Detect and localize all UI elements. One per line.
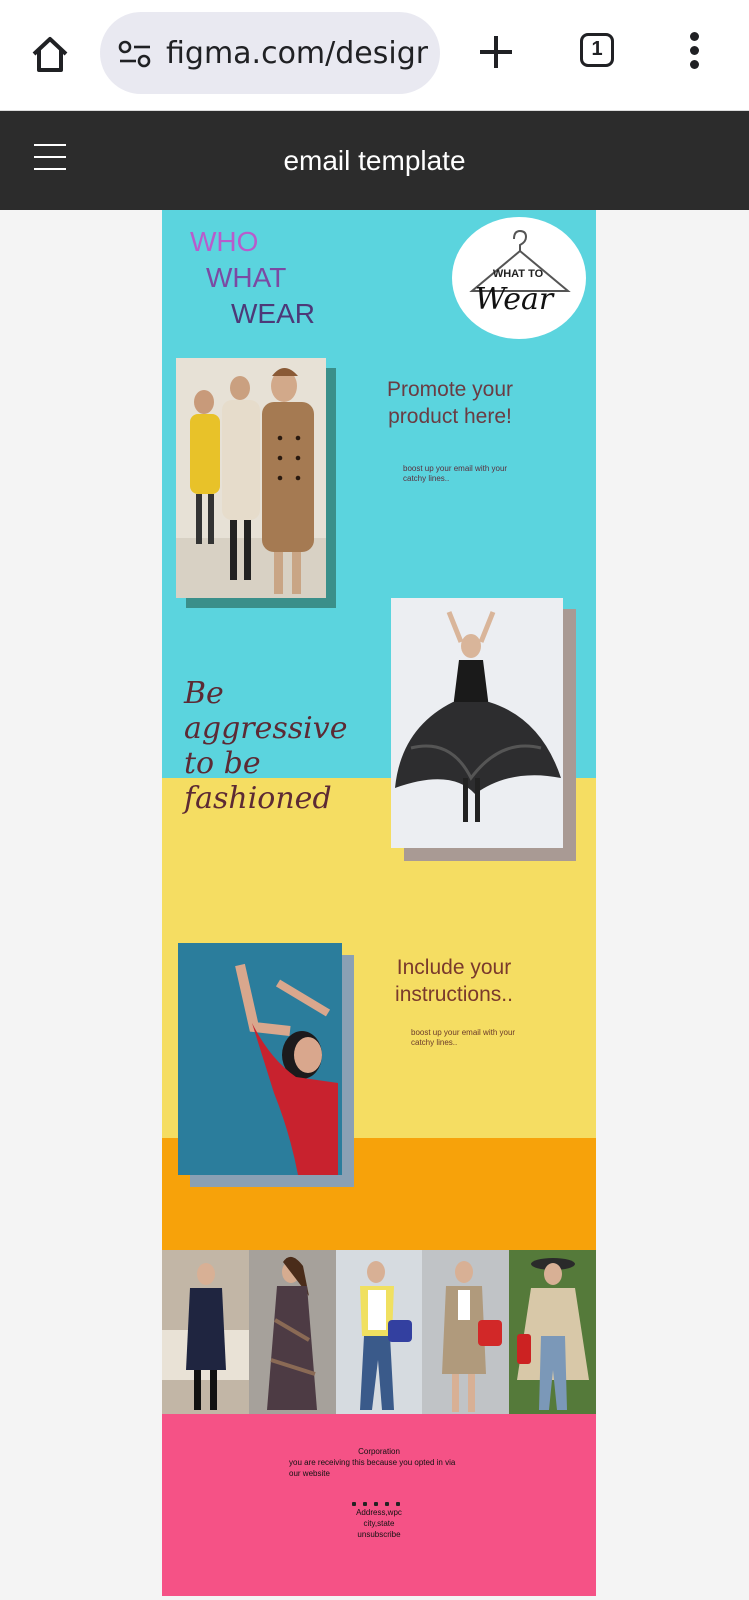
instructions-body: boost up your email with your catchy lin… (411, 1028, 516, 1047)
social-icon[interactable] (363, 1502, 367, 1506)
social-icon[interactable] (385, 1502, 389, 1506)
footer-notice: Corporation you are receiving this becau… (162, 1446, 596, 1479)
brand-logo: WHAT TO Wear (452, 217, 586, 339)
red-top-photo (178, 943, 342, 1175)
url-text[interactable]: figma.com/design/ (166, 34, 428, 74)
unsubscribe-link[interactable]: unsubscribe (162, 1529, 596, 1540)
new-tab-icon[interactable] (476, 32, 516, 72)
tagline-line-4: fashioned (184, 781, 332, 816)
promo-body: boost up your email with your catchy lin… (403, 464, 508, 483)
brand-wordmark: WHO WHAT WEAR (190, 224, 315, 332)
photo-strip (162, 1250, 596, 1414)
instructions-heading: Include your instructions.. (395, 956, 513, 1006)
email-template-canvas: WHO WHAT WEAR WHAT TO Wear Promote your … (162, 210, 596, 1596)
address-bar[interactable]: figma.com/design/ (100, 12, 440, 94)
wordmark-who: WHO (190, 226, 259, 257)
tagline-line-3: to be (184, 746, 261, 781)
social-icon[interactable] (352, 1502, 356, 1506)
promo-heading: Promote your product here! (386, 378, 514, 428)
tab-switcher-button[interactable]: 1 (580, 33, 614, 67)
tagline-line-1: Be (184, 676, 224, 711)
svg-text:Wear: Wear (475, 282, 555, 317)
file-title: email template (283, 145, 466, 176)
svg-text:WHAT TO: WHAT TO (493, 268, 544, 280)
coats-photo (176, 358, 326, 598)
tagline: Be aggressive to be fashioned (184, 676, 384, 816)
footer-company: Corporation (358, 1447, 400, 1456)
more-options-icon[interactable] (686, 32, 702, 72)
strip-photo-2 (249, 1250, 336, 1414)
footer-optin-notice: you are receiving this because you opted… (289, 1458, 456, 1478)
address-line-2: city,state (363, 1519, 395, 1528)
black-dress-photo (391, 598, 563, 848)
site-settings-icon[interactable] (118, 40, 152, 68)
tagline-line-2: aggressive (184, 711, 348, 746)
browser-toolbar: figma.com/design/ 1 (0, 0, 749, 111)
wordmark-what: WHAT (206, 262, 287, 293)
strip-photo-4 (422, 1250, 509, 1414)
wordmark-wear: WEAR (231, 298, 315, 329)
strip-photo-1 (162, 1250, 249, 1414)
social-icons-row (352, 1493, 412, 1506)
social-icon[interactable] (374, 1502, 378, 1506)
figma-header: email template (0, 111, 749, 210)
social-icon[interactable] (396, 1502, 400, 1506)
footer-section (162, 1414, 596, 1596)
home-icon[interactable] (28, 32, 72, 76)
strip-photo-3 (336, 1250, 422, 1414)
hanger-icon: WHAT TO Wear (469, 229, 571, 317)
footer-address: Address,wpc city,state unsubscribe (162, 1507, 596, 1540)
address-line-1: Address,wpc (356, 1508, 402, 1517)
strip-photo-5 (509, 1250, 596, 1414)
